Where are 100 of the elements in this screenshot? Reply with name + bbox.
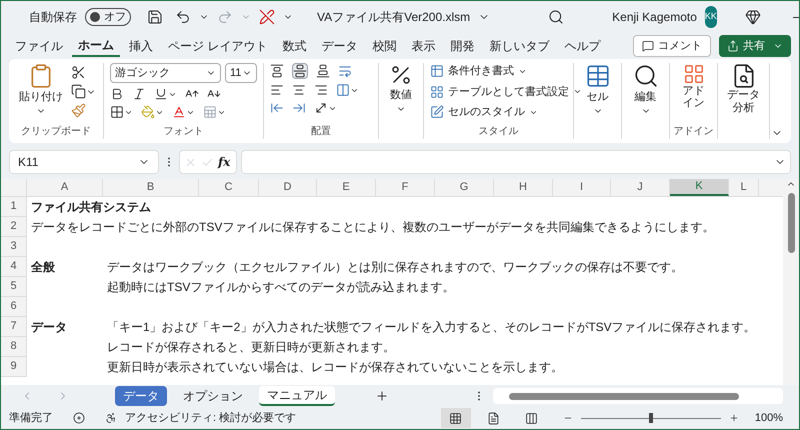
cell-text: データ [31, 320, 67, 334]
font-color-button[interactable] [172, 105, 195, 119]
align-center-icon [292, 83, 306, 97]
row-header[interactable]: 6 [1, 297, 27, 317]
ribbon-tab[interactable]: ページ レイアウト [162, 35, 274, 57]
sheet-tab[interactable]: オプション [175, 386, 251, 406]
column-header[interactable]: F [376, 179, 435, 196]
bold-button[interactable] [110, 87, 124, 101]
row-header[interactable]: 3 [1, 237, 27, 257]
zoom-slider-thumb[interactable] [648, 413, 653, 423]
row-header[interactable]: 5 [1, 277, 27, 297]
middle-align-button[interactable] [292, 63, 308, 79]
comment-button[interactable]: コメント [633, 35, 711, 57]
paintbrush-icon [71, 103, 86, 118]
autosave-toggle[interactable]: オフ [85, 8, 131, 26]
merge-button[interactable] [336, 83, 359, 97]
file-name[interactable]: VAファイル共有Ver200.xlsm [317, 8, 470, 26]
borders-button[interactable] [110, 105, 133, 119]
row-header[interactable]: 4 [1, 257, 27, 277]
share-button[interactable]: 共有 [719, 35, 791, 57]
paste-button[interactable]: 貼り付け [15, 63, 67, 116]
column-header[interactable]: B [103, 179, 199, 196]
underline-icon [154, 87, 168, 101]
italic-button[interactable] [132, 87, 146, 101]
horizontal-scrollbar[interactable] [493, 388, 783, 404]
table-icon [584, 63, 610, 89]
font-size-field[interactable]: 11 [225, 63, 257, 83]
number-format-button[interactable]: 数値 [385, 63, 417, 114]
align-left-button[interactable] [270, 83, 284, 97]
ribbon-tab[interactable]: 数式 [276, 35, 312, 57]
ribbon-tab[interactable]: 開発 [444, 35, 480, 57]
editing-button[interactable]: 編集 [628, 63, 663, 116]
ribbon-tab[interactable]: ファイル [9, 35, 69, 57]
insert-function-button[interactable]: fx [218, 153, 230, 171]
zoom-slider[interactable] [580, 413, 721, 423]
column-header[interactable]: I [553, 179, 611, 196]
align-right-button[interactable] [314, 83, 328, 97]
user-avatar[interactable]: KK [704, 6, 717, 28]
data-analysis-button[interactable]: データ 分析 [724, 63, 763, 115]
formula-input-field[interactable] [241, 150, 791, 174]
cell-text: レコードが保存されると、更新日時が更新されます。 [106, 339, 395, 356]
column-header[interactable]: E [317, 179, 376, 196]
column-header[interactable]: D [259, 179, 317, 196]
style-menu-button[interactable]: テーブルとして書式設定 [430, 84, 582, 100]
wrap-text-icon [338, 64, 352, 78]
copy-button[interactable] [71, 84, 96, 99]
ribbon-tab[interactable]: 表示 [405, 35, 442, 57]
user-name: Kenji Kagemoto [612, 9, 697, 26]
cell-text: ファイル共有システム [31, 200, 151, 214]
align-left-icon [270, 83, 284, 97]
row-header[interactable]: 7 [1, 317, 27, 337]
row-header[interactable]: 8 [1, 337, 27, 357]
ribbon-tab[interactable]: ヘルプ [558, 35, 606, 57]
increase-indent-button[interactable] [292, 101, 306, 115]
row-header[interactable]: 9 [1, 357, 27, 377]
row-header[interactable]: 2 [1, 217, 27, 237]
group-label: アドイン [674, 125, 714, 139]
view-button[interactable] [440, 408, 471, 428]
style-menu-button[interactable]: 条件付き書式 [430, 63, 582, 80]
accessibility-status[interactable]: アクセシビリティ: 検討が必要です [125, 410, 296, 426]
font-color-icon [172, 105, 186, 119]
cells-button[interactable]: セル [580, 63, 615, 116]
group-label: スタイル [478, 125, 518, 139]
ribbon-tab[interactable]: 新しいタブ [483, 35, 556, 57]
column-header[interactable]: H [494, 179, 553, 196]
ribbon-tab[interactable]: データ [315, 35, 364, 57]
ribbon-tab[interactable]: 校閲 [366, 35, 402, 57]
middle-align-icon [293, 64, 307, 78]
add-ins-button[interactable]: アド イン [676, 63, 711, 109]
group-label: フォント [164, 125, 204, 139]
cell-text: データをレコードごとに外部のTSVファイルに保存することにより、複数のユーザーがデータを共同編集できるようにします。 [31, 220, 714, 234]
style-menu-button[interactable]: セルのスタイル [430, 104, 582, 120]
autosave-label: 自動保存 [29, 9, 77, 26]
name-box[interactable]: K11 [9, 150, 159, 174]
normal-view-icon [449, 412, 462, 424]
cell-text: データはワークブック（エクセルファイル）とは別に保存されますので、ワークブックの保存は不要です。 [106, 259, 683, 276]
top-align-button[interactable] [270, 64, 284, 78]
decrease-indent-button[interactable] [270, 101, 284, 115]
column-header[interactable]: L [729, 179, 759, 196]
column-header[interactable]: K [670, 179, 729, 196]
ribbon-tab[interactable]: ホーム [72, 35, 120, 57]
ribbon-tab[interactable]: 挿入 [123, 35, 159, 57]
font-name-field[interactable]: 游ゴシック [110, 63, 221, 83]
bottom-align-button[interactable] [316, 64, 330, 78]
pen-square-icon [430, 105, 444, 120]
underline-button[interactable] [154, 87, 177, 101]
column-header[interactable]: A [27, 179, 103, 196]
column-header[interactable]: G [435, 179, 494, 196]
align-center-button[interactable] [292, 83, 306, 97]
bottom-align-icon [316, 64, 330, 78]
sheet-tab[interactable]: データ [115, 386, 167, 406]
row-header[interactable]: 1 [1, 197, 27, 217]
zoom-level[interactable]: 100% [754, 410, 783, 426]
sheet-tab[interactable]: マニュアル [259, 386, 335, 406]
orientation-button[interactable] [314, 101, 337, 115]
vertical-scrollbar[interactable] [783, 179, 799, 385]
fill-color-button[interactable] [141, 105, 164, 119]
column-header[interactable]: C [199, 179, 259, 196]
wrap-text-button[interactable] [338, 64, 352, 78]
undo-icon [175, 9, 191, 25]
